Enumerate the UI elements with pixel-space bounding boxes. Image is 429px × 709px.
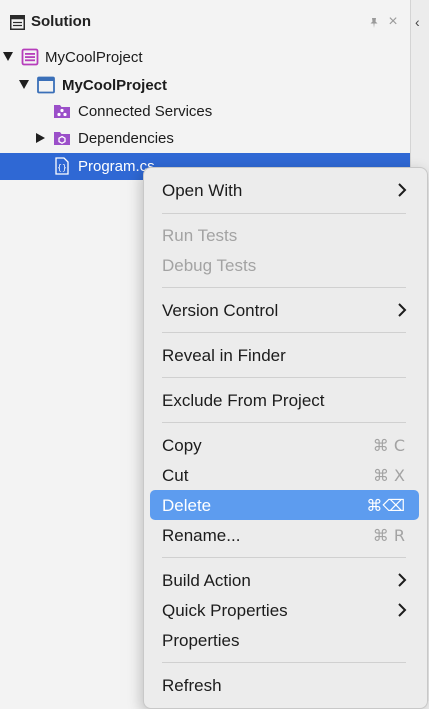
tree-row-connected-services[interactable]: Connected Services [0, 98, 410, 125]
tree-row-dependencies[interactable]: Dependencies [0, 125, 410, 152]
chevron-right-icon [398, 573, 407, 587]
pad-title: Solution [31, 13, 91, 30]
menu-item-label: Build Action [162, 571, 251, 590]
chevron-right-icon [398, 183, 407, 197]
pin-icon[interactable] [368, 17, 380, 29]
menu-item-refresh[interactable]: Refresh [150, 670, 419, 700]
shortcut-copy: ⌘ C [372, 436, 405, 455]
solution-label: MyCoolProject [45, 49, 143, 66]
expand-arrow-icon[interactable] [3, 52, 13, 61]
menu-item-version-control[interactable]: Version Control [150, 295, 419, 325]
close-icon[interactable]: × [386, 14, 400, 30]
tree-row-solution[interactable]: MyCoolProject [0, 44, 410, 71]
shortcut-rename: ⌘ R [372, 526, 405, 545]
project-label: MyCoolProject [62, 77, 168, 94]
expand-arrow-icon[interactable] [19, 80, 29, 89]
menu-separator [162, 332, 406, 333]
pad-header: Solution × [0, 0, 410, 44]
menu-item-label: Reveal in Finder [162, 346, 286, 365]
shortcut-delete: ⌘⌫ [366, 496, 405, 515]
project-icon [37, 76, 55, 94]
menu-item-debug-tests: Debug Tests [150, 250, 419, 280]
svg-text:{}: {} [57, 163, 67, 172]
menu-item-label: Delete [162, 496, 212, 515]
chevron-left-icon[interactable]: ‹ [415, 14, 420, 30]
dependencies-label: Dependencies [78, 130, 174, 147]
menu-item-build-action[interactable]: Build Action [150, 565, 419, 595]
menu-item-label: Copy [162, 436, 202, 455]
menu-item-run-tests: Run Tests [150, 220, 419, 250]
menu-item-label: Properties [162, 631, 240, 650]
pin-icon-glyph [370, 18, 378, 28]
menu-item-copy[interactable]: Copy ⌘ C [150, 430, 419, 460]
menu-item-open-with[interactable]: Open With [150, 175, 419, 205]
collapse-arrow-icon[interactable] [36, 133, 45, 143]
menu-item-label: Exclude From Project [162, 391, 325, 410]
menu-item-label: Debug Tests [162, 256, 257, 275]
connected-services-folder-icon [54, 105, 70, 118]
menu-item-cut[interactable]: Cut ⌘ X [150, 460, 419, 490]
solution-pad-icon [10, 15, 25, 30]
menu-item-label: Rename... [162, 526, 241, 545]
dependencies-folder-icon [54, 132, 70, 145]
context-menu: Open With Run Tests Debug Tests Version … [143, 167, 428, 709]
chevron-right-icon [398, 603, 407, 617]
menu-separator [162, 662, 406, 663]
menu-item-label: Cut [162, 466, 189, 485]
menu-item-reveal-in-finder[interactable]: Reveal in Finder [150, 340, 419, 370]
menu-item-delete[interactable]: Delete ⌘⌫ [150, 490, 419, 520]
menu-item-label: Refresh [162, 676, 222, 695]
menu-item-label: Run Tests [162, 226, 238, 245]
menu-separator [162, 422, 406, 423]
menu-item-properties[interactable]: Properties [150, 625, 419, 655]
chevron-right-icon [398, 303, 407, 317]
tree-row-project[interactable]: MyCoolProject [0, 72, 410, 99]
menu-item-exclude-from-project[interactable]: Exclude From Project [150, 385, 419, 415]
shortcut-cut: ⌘ X [372, 466, 405, 485]
menu-separator [162, 287, 406, 288]
menu-item-rename[interactable]: Rename... ⌘ R [150, 520, 419, 550]
connected-services-label: Connected Services [78, 103, 213, 120]
menu-separator [162, 213, 406, 214]
solution-icon [21, 48, 39, 66]
csharp-file-icon: {} [55, 157, 69, 175]
menu-item-quick-properties[interactable]: Quick Properties [150, 595, 419, 625]
menu-item-label: Version Control [162, 301, 279, 320]
menu-item-label: Open With [162, 181, 243, 200]
menu-separator [162, 557, 406, 558]
menu-separator [162, 377, 406, 378]
menu-item-label: Quick Properties [162, 601, 288, 620]
